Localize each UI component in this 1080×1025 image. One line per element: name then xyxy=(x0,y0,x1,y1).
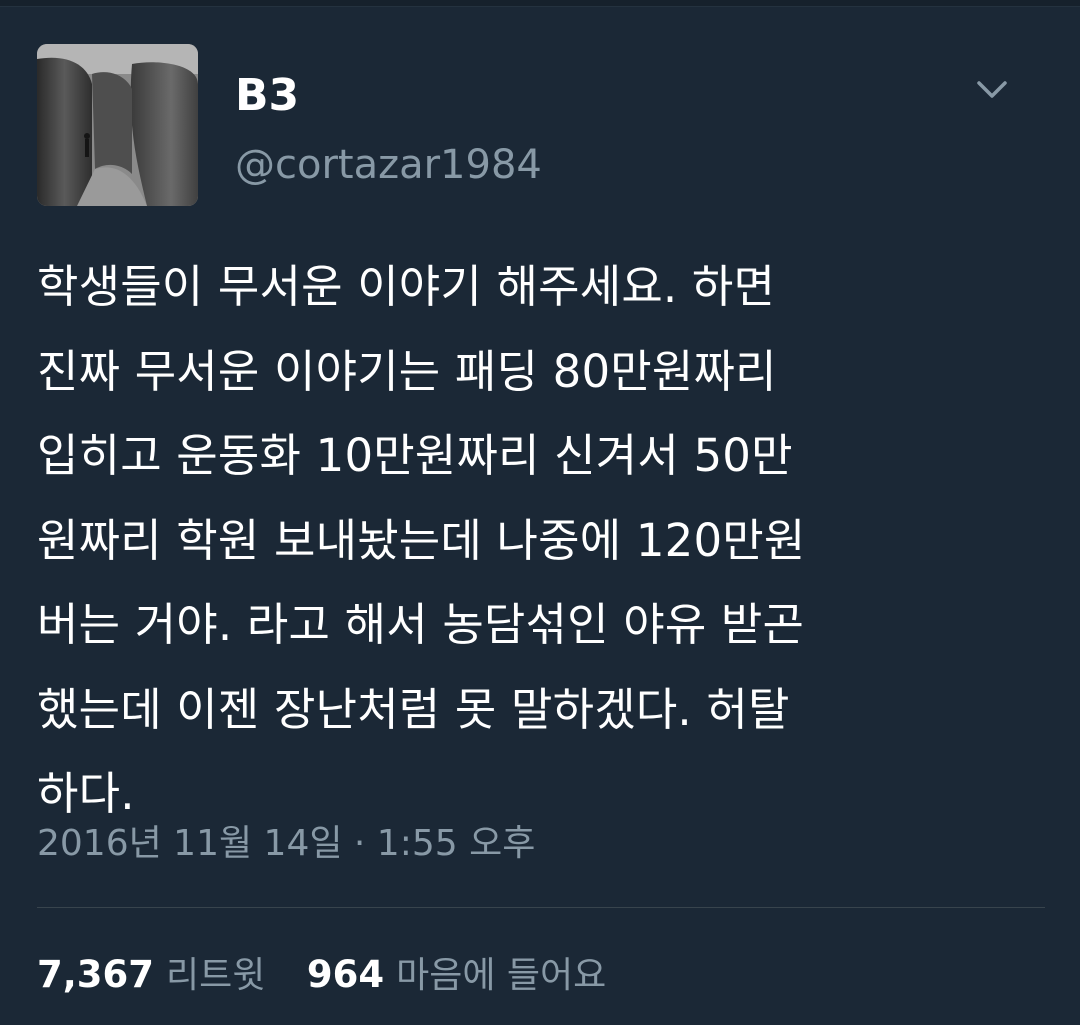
user-handle[interactable]: @cortazar1984 xyxy=(235,140,542,190)
retweets-stat[interactable]: 7,367 리트윗 xyxy=(37,950,265,1001)
tweet-stats: 7,367 리트윗 964 마음에 들어요 xyxy=(37,950,606,1001)
tweet-line: 진짜 무서운 이야기는 패딩 80만원짜리 xyxy=(37,344,777,398)
tweet-line: 버는 거야. 라고 해서 농담섞인 야유 받곤 xyxy=(37,598,805,651)
likes-count: 964 xyxy=(306,953,385,996)
tweet-line: 학생들이 무서운 이야기 해주세요. 하면 xyxy=(37,260,776,313)
display-name[interactable]: B3 xyxy=(235,70,299,122)
likes-stat[interactable]: 964 마음에 들어요 xyxy=(307,950,606,1001)
top-edge xyxy=(0,0,1080,7)
more-options-button[interactable] xyxy=(970,68,1014,112)
chevron-down-icon xyxy=(977,81,1007,98)
retweets-count: 7,367 xyxy=(37,953,155,996)
tweet-timestamp: 2016년 11월 14일 · 1:55 오후 xyxy=(37,823,536,864)
tweet-line: 했는데 이젠 장난처럼 못 말하겠다. 허탈 xyxy=(37,682,790,736)
likes-label: 마음에 들어요 xyxy=(396,955,607,996)
retweets-label: 리트윗 xyxy=(166,955,266,996)
tweet-line: 원짜리 학원 보내놨는데 나중에 120만원 xyxy=(37,513,806,567)
divider xyxy=(37,907,1045,908)
tweet-line: 입히고 운동화 10만원짜리 신겨서 50만 xyxy=(37,429,793,482)
avatar-photo-icon xyxy=(37,44,198,206)
avatar[interactable] xyxy=(37,44,198,206)
tweet-text: 학생들이 무서운 이야기 해주세요. 하면진짜 무서운 이야기는 패딩 80만원… xyxy=(37,245,1047,837)
